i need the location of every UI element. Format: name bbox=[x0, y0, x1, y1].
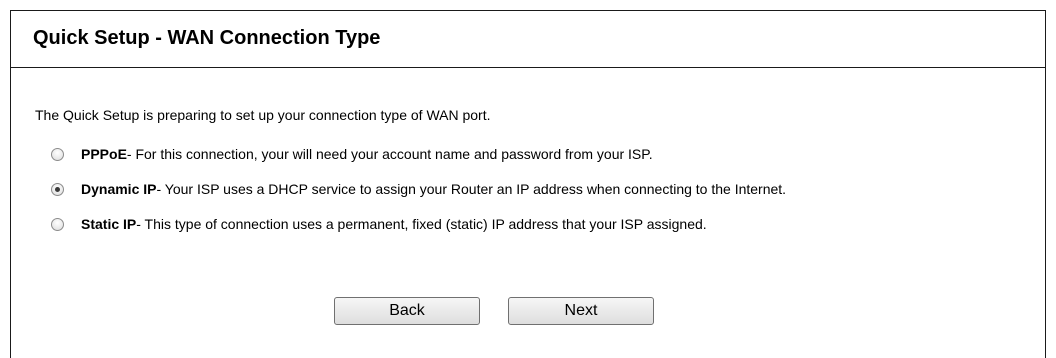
intro-text: The Quick Setup is preparing to set up y… bbox=[35, 107, 491, 123]
quick-setup-panel: Quick Setup - WAN Connection Type The Qu… bbox=[10, 10, 1046, 358]
option-pppoe-name: PPPoE bbox=[81, 146, 127, 162]
option-static-ip[interactable]: Static IP - This type of connection uses… bbox=[51, 216, 707, 232]
radio-static-ip[interactable] bbox=[51, 217, 64, 231]
option-static-ip-name: Static IP bbox=[81, 216, 137, 232]
option-dynamic-ip-name: Dynamic IP bbox=[81, 181, 157, 197]
back-button[interactable]: Back bbox=[334, 297, 480, 325]
panel-header: Quick Setup - WAN Connection Type bbox=[11, 11, 1045, 68]
page-title: Quick Setup - WAN Connection Type bbox=[33, 27, 381, 49]
radio-pppoe[interactable] bbox=[51, 147, 64, 161]
next-button[interactable]: Next bbox=[508, 297, 654, 325]
option-dynamic-ip[interactable]: Dynamic IP - Your ISP uses a DHCP servic… bbox=[51, 181, 786, 197]
radio-dynamic-ip[interactable] bbox=[51, 182, 64, 196]
option-dynamic-ip-description: - Your ISP uses a DHCP service to assign… bbox=[156, 181, 787, 197]
option-pppoe[interactable]: PPPoE - For this connection, your will n… bbox=[51, 146, 653, 162]
option-static-ip-description: - This type of connection uses a permane… bbox=[136, 216, 707, 232]
option-pppoe-description: - For this connection, your will need yo… bbox=[126, 146, 653, 162]
